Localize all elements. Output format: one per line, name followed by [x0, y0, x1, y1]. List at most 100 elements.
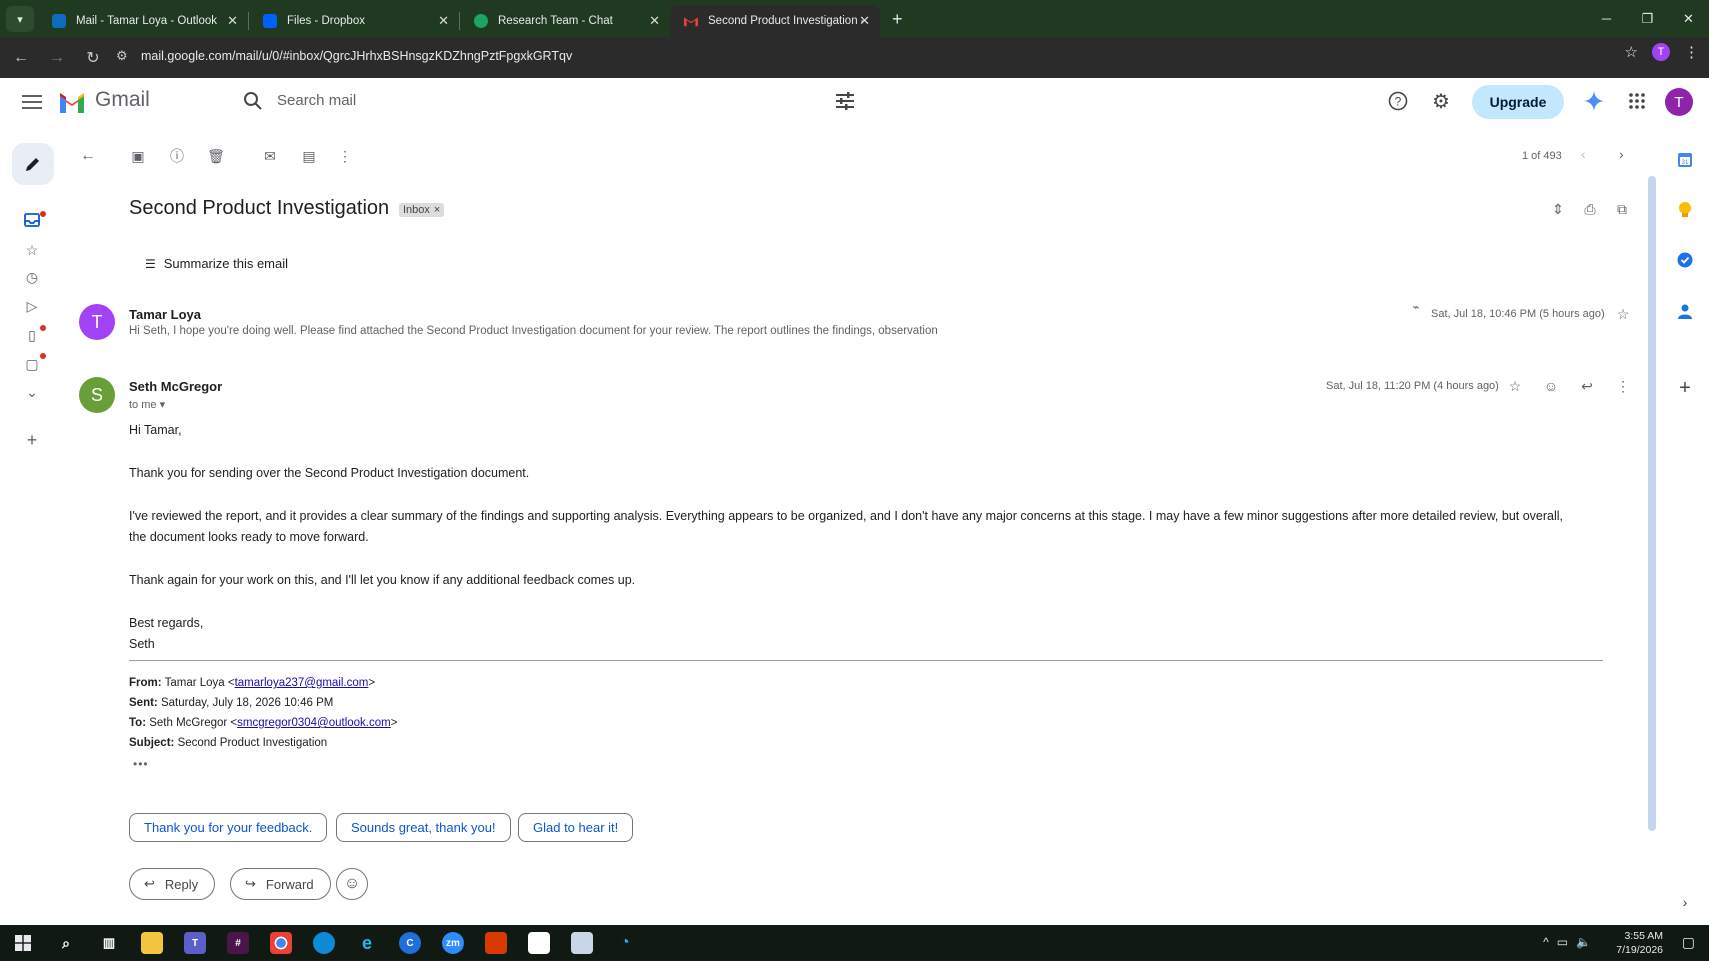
- account-avatar[interactable]: T: [1665, 88, 1693, 116]
- add-reaction-icon[interactable]: ☺: [1541, 376, 1561, 396]
- google-apps-icon[interactable]: [1625, 89, 1649, 113]
- starred-icon[interactable]: ☆: [22, 240, 42, 260]
- tray-chevron-icon[interactable]: ^: [1543, 935, 1549, 949]
- restore-icon[interactable]: ❐: [1627, 0, 1668, 37]
- hide-side-panel-chevron-icon[interactable]: ›: [1676, 893, 1694, 911]
- remove-label-icon[interactable]: ×: [434, 204, 440, 216]
- contacts-icon[interactable]: [1676, 302, 1694, 320]
- smart-reply-button[interactable]: Sounds great, thank you!: [336, 813, 511, 842]
- smart-reply-button[interactable]: Thank you for your feedback.: [129, 813, 328, 842]
- wifi-app-icon[interactable]: ◔: [614, 932, 636, 954]
- main-menu-icon[interactable]: [22, 95, 42, 109]
- compose-button[interactable]: [12, 143, 54, 185]
- more-chevron-icon[interactable]: ⌄: [22, 382, 42, 402]
- calendar-icon[interactable]: 31: [1676, 151, 1694, 169]
- cortana-icon[interactable]: C: [399, 932, 421, 954]
- recipient-details[interactable]: to me ▾: [129, 398, 165, 411]
- settings-gear-icon[interactable]: ⚙: [1429, 89, 1453, 113]
- purchases-bag-icon[interactable]: ▢: [22, 354, 42, 374]
- notepad-icon[interactable]: [528, 932, 550, 954]
- forward-icon[interactable]: →: [42, 43, 72, 73]
- help-icon[interactable]: ?: [1386, 89, 1410, 113]
- inbox-label-chip[interactable]: Inbox ×: [399, 203, 445, 217]
- open-new-window-icon[interactable]: ⧉: [1613, 200, 1631, 218]
- close-tab-icon[interactable]: ✕: [438, 13, 449, 29]
- more-options-icon[interactable]: ⋮: [336, 147, 354, 165]
- new-tab-icon[interactable]: +: [892, 9, 903, 30]
- browser-tab-outlook[interactable]: Mail - Tamar Loya - Outlook ✕: [38, 5, 248, 37]
- sender-avatar[interactable]: T: [79, 304, 115, 340]
- tasks-icon[interactable]: [1676, 251, 1694, 269]
- message-snippet[interactable]: Hi Seth, I hope you're doing well. Pleas…: [129, 325, 938, 337]
- delete-icon[interactable]: 🗑: [207, 147, 225, 165]
- file-explorer-icon[interactable]: [141, 932, 163, 954]
- back-to-inbox-icon[interactable]: ←: [79, 147, 97, 165]
- browser-profile-avatar[interactable]: T: [1652, 43, 1670, 61]
- mark-unread-icon[interactable]: ✉: [261, 147, 279, 165]
- sender-name[interactable]: Tamar Loya: [129, 307, 201, 322]
- star-icon[interactable]: ☆: [1613, 304, 1633, 324]
- expand-all-icon[interactable]: ⇕: [1549, 200, 1567, 218]
- minimize-icon[interactable]: ─: [1586, 0, 1627, 37]
- browser-tab-gmail[interactable]: Second Product Investigation - ✕: [670, 5, 880, 37]
- close-tab-icon[interactable]: ✕: [859, 13, 870, 29]
- show-trimmed-content-icon[interactable]: •••: [133, 758, 148, 770]
- upgrade-button[interactable]: Upgrade: [1472, 85, 1564, 119]
- newer-chevron-icon[interactable]: ‹: [1581, 146, 1586, 162]
- bookmark-star-icon[interactable]: ☆: [1625, 43, 1638, 61]
- url-field[interactable]: mail.google.com/mail/u/0/#inbox/QgrcJHrh…: [141, 49, 572, 63]
- archive-icon[interactable]: ▣: [129, 147, 147, 165]
- close-window-icon[interactable]: ✕: [1668, 0, 1709, 37]
- smart-reply-button[interactable]: Glad to hear it!: [518, 813, 634, 842]
- notifications-icon[interactable]: ▢: [1682, 934, 1695, 951]
- inbox-icon[interactable]: [22, 210, 42, 230]
- reload-icon[interactable]: ↻: [78, 43, 108, 73]
- slack-icon[interactable]: #: [227, 932, 249, 954]
- sent-icon[interactable]: ▷: [22, 296, 42, 316]
- gemini-icon[interactable]: [1582, 89, 1606, 113]
- close-tab-icon[interactable]: ✕: [227, 13, 238, 29]
- back-icon[interactable]: ←: [6, 43, 36, 73]
- email-link[interactable]: smcgregor0304@outlook.com: [237, 717, 391, 729]
- internet-explorer-icon[interactable]: e: [356, 932, 378, 954]
- star-icon[interactable]: ☆: [1505, 376, 1525, 396]
- close-tab-icon[interactable]: ✕: [649, 13, 660, 29]
- snoozed-clock-icon[interactable]: ◷: [22, 267, 42, 287]
- network-icon[interactable]: ▭: [1557, 935, 1568, 949]
- sender-name[interactable]: Seth McGregor: [129, 379, 222, 394]
- search-input[interactable]: [277, 92, 777, 109]
- search-options-icon[interactable]: [834, 90, 856, 112]
- report-spam-icon[interactable]: ⓘ: [168, 147, 186, 165]
- move-to-icon[interactable]: ▤: [300, 147, 318, 165]
- keep-icon[interactable]: [1676, 201, 1694, 219]
- reply-button[interactable]: ↩ Reply: [129, 868, 216, 900]
- scrollbar[interactable]: [1648, 176, 1656, 831]
- emoji-reaction-icon[interactable]: ☺: [336, 868, 368, 900]
- chrome-icon[interactable]: [270, 932, 292, 954]
- drafts-icon[interactable]: ▯: [22, 325, 42, 345]
- task-view-icon[interactable]: ▥: [98, 932, 120, 954]
- browser-tab-chat[interactable]: Research Team - Chat ✕: [460, 5, 670, 37]
- volume-icon[interactable]: 🔈: [1576, 935, 1591, 949]
- remote-desktop-icon[interactable]: [571, 932, 593, 954]
- taskbar-search-icon[interactable]: ⌕: [55, 932, 77, 954]
- browser-tab-dropbox[interactable]: Files - Dropbox ✕: [249, 5, 459, 37]
- get-addons-plus-icon[interactable]: +: [1676, 377, 1694, 399]
- reply-icon[interactable]: ↩: [1577, 376, 1597, 396]
- message-more-icon[interactable]: ⋮: [1613, 376, 1633, 396]
- windows-start-icon[interactable]: [12, 932, 34, 954]
- print-icon[interactable]: ⎙: [1581, 200, 1599, 218]
- older-chevron-icon[interactable]: ›: [1619, 146, 1624, 162]
- browser-menu-icon[interactable]: ⋮: [1684, 43, 1699, 61]
- forward-button[interactable]: ↪ Forward: [230, 868, 331, 900]
- gmail-logo-icon[interactable]: [58, 91, 86, 113]
- email-link[interactable]: tamarloya237@gmail.com: [235, 677, 369, 689]
- teams-icon[interactable]: T: [184, 932, 206, 954]
- office-app-icon[interactable]: [485, 932, 507, 954]
- search-icon[interactable]: [243, 91, 263, 111]
- sender-avatar[interactable]: S: [79, 377, 115, 413]
- zoom-icon[interactable]: zm: [442, 932, 464, 954]
- create-label-plus-icon[interactable]: +: [22, 430, 42, 450]
- edge-icon[interactable]: [313, 932, 335, 954]
- taskbar-clock[interactable]: 3:55 AM 7/19/2026: [1616, 929, 1663, 957]
